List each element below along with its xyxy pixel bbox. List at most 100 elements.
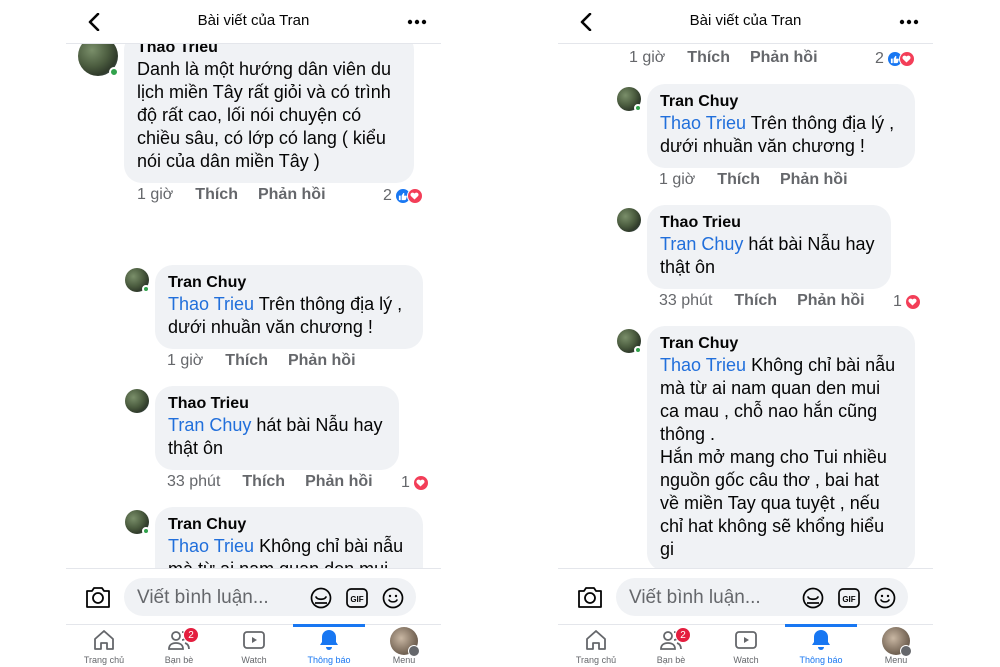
- reply-button[interactable]: Phản hồi: [797, 292, 865, 310]
- comment-meta: 1 giờ Thích Phản hồi: [137, 186, 346, 204]
- sticker-icon[interactable]: [309, 586, 333, 610]
- tab-friends[interactable]: 2 Bạn bè: [635, 625, 707, 667]
- avatar[interactable]: [617, 87, 642, 112]
- tab-label: Menu: [884, 655, 908, 665]
- reaction-summary[interactable]: 1: [401, 474, 429, 492]
- avatar[interactable]: [78, 44, 119, 77]
- reply-button[interactable]: Phản hồi: [750, 49, 818, 67]
- comment-time: 1 giờ: [167, 352, 204, 369]
- avatar[interactable]: [125, 389, 149, 413]
- comments-feed[interactable]: Thao Trieu Danh là một hướng dân viên du…: [66, 44, 441, 568]
- reply-button[interactable]: Phản hồi: [288, 352, 356, 370]
- reaction-count: 2: [875, 50, 884, 67]
- avatar[interactable]: [125, 268, 150, 293]
- comment-author[interactable]: Tran Chuy: [660, 92, 902, 112]
- like-button[interactable]: Thích: [195, 186, 238, 204]
- home-icon: [94, 630, 114, 650]
- love-reaction-icon: [898, 51, 915, 67]
- more-options-button[interactable]: [403, 8, 431, 36]
- avatar[interactable]: [125, 510, 150, 535]
- emoji-icon[interactable]: [381, 586, 405, 610]
- tab-notifications[interactable]: Thông báo: [785, 624, 857, 667]
- more-options-button[interactable]: [895, 8, 923, 36]
- avatar[interactable]: [617, 208, 641, 232]
- watch-icon: [243, 631, 265, 649]
- tab-watch[interactable]: Watch: [218, 625, 290, 667]
- bell-icon: [812, 630, 830, 650]
- emoji-icon[interactable]: [873, 586, 897, 610]
- camera-icon[interactable]: [576, 584, 604, 610]
- reply-button[interactable]: Phản hồi: [305, 473, 373, 491]
- tab-friends[interactable]: 2 Bạn bè: [143, 625, 215, 667]
- comment-author[interactable]: Tran Chuy: [660, 334, 902, 354]
- like-button[interactable]: Thích: [225, 352, 268, 370]
- like-button[interactable]: Thích: [734, 292, 777, 310]
- camera-icon[interactable]: [84, 584, 112, 610]
- reply-button[interactable]: Phản hồi: [780, 171, 848, 189]
- comments-feed[interactable]: 1 giờ Thích Phản hồi 2 Tran Chuy Thao Tr…: [558, 44, 933, 568]
- comment-bubble[interactable]: Tran Chuy Thao Trieu Trên thông địa lý ,…: [647, 84, 915, 168]
- comment-text: Thao Trieu Không chỉ bài nẫu mà từ ai na…: [168, 535, 410, 568]
- like-button[interactable]: Thích: [687, 49, 730, 67]
- online-indicator: [634, 104, 642, 112]
- online-indicator: [634, 346, 642, 354]
- comment-bubble[interactable]: Thao Trieu Danh là một hướng dân viên du…: [124, 44, 414, 183]
- tab-label: Watch: [241, 655, 267, 665]
- online-indicator: [142, 285, 150, 293]
- tab-label: Bạn bè: [656, 655, 686, 665]
- avatar[interactable]: [617, 329, 642, 354]
- comment-text-paragraph-2: Hắn mở mang cho Tui nhiều nguồn gốc câu …: [660, 447, 887, 559]
- reaction-summary[interactable]: 2: [383, 187, 423, 205]
- mention-link[interactable]: Thao Trieu: [660, 355, 746, 375]
- comment-bubble[interactable]: Tran Chuy Thao Trieu Không chỉ bài nẫu m…: [647, 326, 915, 568]
- tab-watch[interactable]: Watch: [710, 625, 782, 667]
- comment-text: Thao Trieu Không chỉ bài nẫu mà từ ai na…: [660, 354, 902, 446]
- comment-meta: 1 giờ Thích Phản hồi: [629, 49, 838, 67]
- like-button[interactable]: Thích: [242, 473, 285, 491]
- reaction-summary[interactable]: 2: [875, 50, 915, 68]
- mention-link[interactable]: Tran Chuy: [660, 234, 743, 254]
- mention-link[interactable]: Thao Trieu: [660, 113, 746, 133]
- comment-bubble[interactable]: Thao Trieu Tran Chuy hát bài Nẫu hay thậ…: [155, 386, 399, 470]
- comment-bubble[interactable]: Tran Chuy Thao Trieu Trên thông địa lý ,…: [155, 265, 423, 349]
- comment-author[interactable]: Thao Trieu: [168, 394, 386, 414]
- screenshot-left: Bài viết của Tran Thao Trieu Danh là một…: [66, 0, 441, 667]
- top-bar: Bài viết của Tran: [558, 0, 933, 44]
- comment-bubble[interactable]: Thao Trieu Tran Chuy hát bài Nẫu hay thậ…: [647, 205, 891, 289]
- comment-bubble[interactable]: Tran Chuy Thao Trieu Không chỉ bài nẫu m…: [155, 507, 423, 568]
- page-title: Bài viết của Tran: [689, 12, 802, 29]
- comment-author[interactable]: Tran Chuy: [168, 515, 410, 535]
- comment-meta: 33 phút Thích Phản hồi: [167, 473, 393, 491]
- comment-author[interactable]: Thao Trieu: [137, 44, 401, 58]
- reaction-summary[interactable]: 1: [893, 293, 921, 311]
- like-button[interactable]: Thích: [717, 171, 760, 189]
- tab-menu[interactable]: Menu: [368, 625, 440, 667]
- tab-label: Thông báo: [307, 655, 351, 665]
- mention-link[interactable]: Thao Trieu: [168, 536, 254, 556]
- tab-home[interactable]: Trang chủ: [560, 625, 632, 667]
- more-dots-icon: [899, 19, 919, 25]
- comment-input[interactable]: Viết bình luận... GIF: [616, 578, 908, 616]
- bottom-tab-bar: Trang chủ 2 Bạn bè Watch Thông báo Menu: [558, 624, 933, 667]
- comment-input[interactable]: Viết bình luận... GIF: [124, 578, 416, 616]
- tab-label: Bạn bè: [164, 655, 194, 665]
- mention-link[interactable]: Thao Trieu: [168, 294, 254, 314]
- tab-label: Thông báo: [799, 655, 843, 665]
- tab-home[interactable]: Trang chủ: [68, 625, 140, 667]
- tab-notifications[interactable]: Thông báo: [293, 624, 365, 667]
- comment-time: 1 giờ: [659, 171, 696, 188]
- sticker-icon[interactable]: [801, 586, 825, 610]
- online-indicator: [142, 527, 150, 535]
- comment-meta: 33 phút Thích Phản hồi: [659, 292, 885, 310]
- comment-composer: Viết bình luận... GIF: [558, 568, 933, 624]
- gif-icon[interactable]: GIF: [837, 586, 861, 610]
- svg-text:GIF: GIF: [842, 595, 855, 604]
- tab-menu[interactable]: Menu: [860, 625, 932, 667]
- comment-author[interactable]: Tran Chuy: [168, 273, 410, 293]
- comment-text: Thao Trieu Trên thông địa lý , dưới nhuầ…: [660, 112, 902, 158]
- comment-author[interactable]: Thao Trieu: [660, 213, 878, 233]
- mention-link[interactable]: Tran Chuy: [168, 415, 251, 435]
- comment-input-placeholder: Viết bình luận...: [629, 587, 761, 608]
- gif-icon[interactable]: GIF: [345, 586, 369, 610]
- reply-button[interactable]: Phản hồi: [258, 186, 326, 204]
